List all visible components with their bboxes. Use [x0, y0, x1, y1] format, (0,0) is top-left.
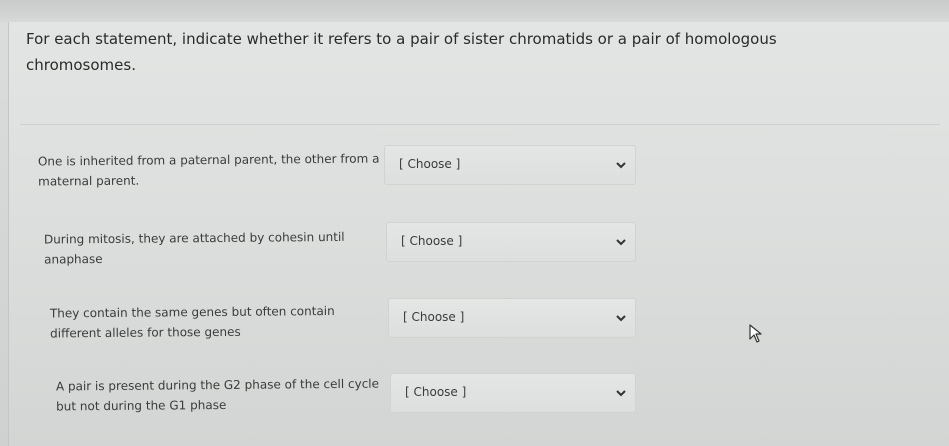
- divider: [20, 124, 940, 125]
- statement-1: One is inherited from a paternal parent,…: [37, 151, 380, 189]
- answer-dropdown-3[interactable]: [ Choose ]: [388, 298, 636, 338]
- dropdown-value-2: [ Choose ]: [401, 234, 463, 248]
- answer-dropdown-1[interactable]: [ Choose ]: [384, 145, 636, 185]
- statement-4: A pair is present during the G2 phase of…: [55, 376, 380, 414]
- chevron-down-icon: [616, 390, 626, 397]
- dropdown-value-4: [ Choose ]: [405, 385, 467, 399]
- dropdown-value-1: [ Choose ]: [399, 157, 461, 171]
- chevron-down-icon: [616, 162, 626, 169]
- chevron-down-icon: [616, 239, 626, 246]
- dropdown-value-3: [ Choose ]: [403, 310, 465, 324]
- mouse-cursor-icon: [749, 324, 762, 343]
- top-bar: [0, 0, 949, 22]
- answer-dropdown-2[interactable]: [ Choose ]: [386, 222, 636, 262]
- answer-dropdown-4[interactable]: [ Choose ]: [390, 373, 636, 413]
- statement-2: During mitosis, they are attached by coh…: [43, 229, 345, 267]
- statement-3: They contain the same genes but often co…: [49, 303, 335, 341]
- question-prompt: For each statement, indicate whether it …: [26, 30, 777, 74]
- chevron-down-icon: [616, 315, 626, 322]
